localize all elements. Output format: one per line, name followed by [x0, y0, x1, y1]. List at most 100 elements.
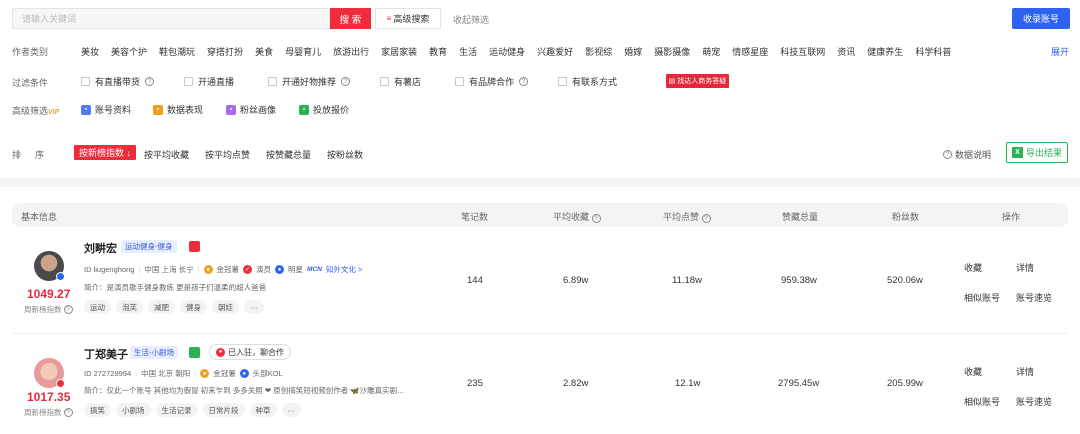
tag-chip[interactable]: 生活记录: [155, 403, 198, 417]
checkbox[interactable]: [81, 77, 90, 86]
category-item[interactable]: 影视综: [585, 45, 612, 58]
tag-chip[interactable]: 健身: [180, 300, 207, 314]
category-list: 美妆 美容个护 鞋包潮玩 穿搭打扮 美食 母婴育儿 旅游出行 家居家装 教育 生活 运动健身 兴趣爱好…: [81, 45, 963, 58]
account-name[interactable]: 丁郑美子: [84, 346, 128, 362]
sort-active-label: 按新榜指数: [79, 148, 125, 158]
account-preview-button[interactable]: 账号速览: [1016, 291, 1052, 304]
checkbox[interactable]: [380, 77, 389, 86]
th-notes: 笔记数: [461, 212, 489, 222]
tag-chip[interactable]: 运动: [84, 300, 111, 314]
category-item[interactable]: 美妆: [81, 45, 99, 58]
tag-chip[interactable]: 日常片段: [202, 403, 245, 417]
tag-chip[interactable]: 泡芙: [116, 300, 143, 314]
total-likes-favs: 2795.45w: [778, 378, 820, 389]
more-tags-button[interactable]: ···: [281, 403, 301, 417]
category-item[interactable]: 教育: [429, 45, 447, 58]
category-item[interactable]: 母婴育儿: [285, 45, 321, 58]
th-avg-like: 平均点赞 ?: [663, 210, 711, 223]
th-fans: 粉丝数: [892, 212, 920, 222]
category-tag: 运动健身-健身: [121, 240, 177, 253]
data-description-link[interactable]: ? 数据说明: [943, 148, 991, 161]
sort-total[interactable]: 按赞藏总量: [266, 148, 311, 161]
sort-avg-like[interactable]: 按平均点赞: [205, 148, 250, 161]
category-item[interactable]: 生活: [459, 45, 477, 58]
sort-avg-fav[interactable]: 按平均收藏: [144, 148, 189, 161]
export-button[interactable]: X 导出结果: [1006, 142, 1068, 163]
badge-text: 演员: [256, 265, 272, 274]
checkbox[interactable]: [558, 77, 567, 86]
help-icon[interactable]: ?: [341, 77, 351, 86]
checkbox[interactable]: [268, 77, 277, 86]
account-name[interactable]: 刘畊宏: [84, 240, 117, 256]
favorite-button[interactable]: 收藏: [964, 365, 982, 378]
favorite-button[interactable]: 收藏: [964, 261, 982, 274]
detail-button[interactable]: 详情: [1016, 365, 1034, 378]
filter-recommend[interactable]: 开通好物推荐 ?: [268, 75, 351, 88]
category-item[interactable]: 萌宠: [702, 45, 720, 58]
similar-accounts-button[interactable]: 相似账号: [964, 291, 1000, 304]
notes-count: 235: [467, 378, 483, 389]
mcn-org-link[interactable]: 知外文化 >: [326, 264, 362, 275]
collapse-filter-link[interactable]: 收起筛选: [453, 13, 489, 26]
tag-chip[interactable]: 搞笑: [84, 403, 111, 417]
advanced-search-button[interactable]: ≡ 高级搜索: [375, 8, 441, 29]
category-item[interactable]: 运动健身: [489, 45, 525, 58]
help-icon[interactable]: ?: [519, 77, 529, 86]
category-item[interactable]: 摄影摄像: [654, 45, 690, 58]
filter-brand[interactable]: 有品牌合作 ?: [455, 75, 529, 88]
adv-filter-data[interactable]: ▪ 数据表现: [153, 103, 203, 116]
category-item[interactable]: 美容个护: [111, 45, 147, 58]
tag-chip[interactable]: 减肥: [148, 300, 175, 314]
category-item[interactable]: 健康养生: [867, 45, 903, 58]
collect-account-button[interactable]: 收录账号: [1012, 8, 1070, 29]
th-total: 赞藏总量: [782, 212, 819, 222]
avg-like: 11.18w: [672, 275, 702, 286]
search-button[interactable]: 搜 索: [330, 8, 371, 29]
sort-fans[interactable]: 按粉丝数: [327, 148, 363, 161]
category-item[interactable]: 情感星座: [732, 45, 768, 58]
category-item[interactable]: 婚嫁: [624, 45, 642, 58]
account-location: 中国 上海 长宁: [144, 265, 194, 274]
filter-live-sales[interactable]: 有直播带货 ?: [81, 75, 155, 88]
filter-contact[interactable]: 有联系方式: [558, 75, 617, 88]
search-input[interactable]: [13, 9, 329, 28]
tag-chip[interactable]: 种草: [249, 403, 277, 417]
detail-button[interactable]: 详情: [1016, 261, 1034, 274]
fans-icon: ▪: [226, 104, 236, 115]
account-id: ID liugenghong: [84, 265, 135, 274]
kol-icon: ●: [239, 369, 249, 378]
category-item[interactable]: 科技互联网: [780, 45, 825, 58]
category-item[interactable]: 旅游出行: [333, 45, 369, 58]
account-preview-button[interactable]: 账号速览: [1016, 395, 1052, 408]
business-qa-banner[interactable]: ▤ 找达人商务答疑: [666, 74, 729, 88]
similar-accounts-button[interactable]: 相似账号: [964, 395, 1000, 408]
adv-filter-profile[interactable]: ▪ 账号资料: [81, 103, 131, 116]
help-icon[interactable]: ?: [145, 77, 155, 86]
adv-filter-price[interactable]: ▪ 投放报价: [299, 103, 349, 116]
table-row: 1017.35 周新榜指数? 丁郑美子 生活-小剧场 ● 已入驻，聊合作 ID …: [12, 342, 1068, 434]
tag-chip[interactable]: 朝娃: [212, 300, 239, 314]
category-item[interactable]: 美食: [255, 45, 273, 58]
checkbox[interactable]: [455, 77, 464, 86]
filter-shop[interactable]: 有薯店: [380, 75, 421, 88]
filter-live[interactable]: 开通直播: [184, 75, 234, 88]
category-item[interactable]: 家居家装: [381, 45, 417, 58]
fans-count: 205.99w: [887, 378, 923, 389]
verified-badge-icon: [56, 379, 65, 388]
adv-filter-fans[interactable]: ▪ 粉丝画像: [226, 103, 276, 116]
category-item[interactable]: 兴趣爱好: [537, 45, 573, 58]
category-item[interactable]: 鞋包潮玩: [159, 45, 195, 58]
expand-link[interactable]: 展开: [1051, 45, 1069, 58]
joined-badge[interactable]: ● 已入驻，聊合作: [209, 344, 291, 360]
more-tags-button[interactable]: ···: [244, 300, 264, 314]
tag-chip[interactable]: 小剧场: [116, 403, 151, 417]
category-item[interactable]: 穿搭打扮: [207, 45, 243, 58]
badge-text: 明星: [288, 265, 304, 274]
tag-list: 运动 泡芙 减肥 健身 朝娃 ···: [84, 300, 264, 314]
checkbox[interactable]: [184, 77, 193, 86]
category-item[interactable]: 科学科普: [915, 45, 951, 58]
category-item[interactable]: 资讯: [837, 45, 855, 58]
sort-by-index[interactable]: 按新榜指数 ↓: [74, 145, 137, 160]
star-icon: ●: [275, 265, 285, 274]
account-location: 中国 北京 朝阳: [141, 369, 191, 378]
